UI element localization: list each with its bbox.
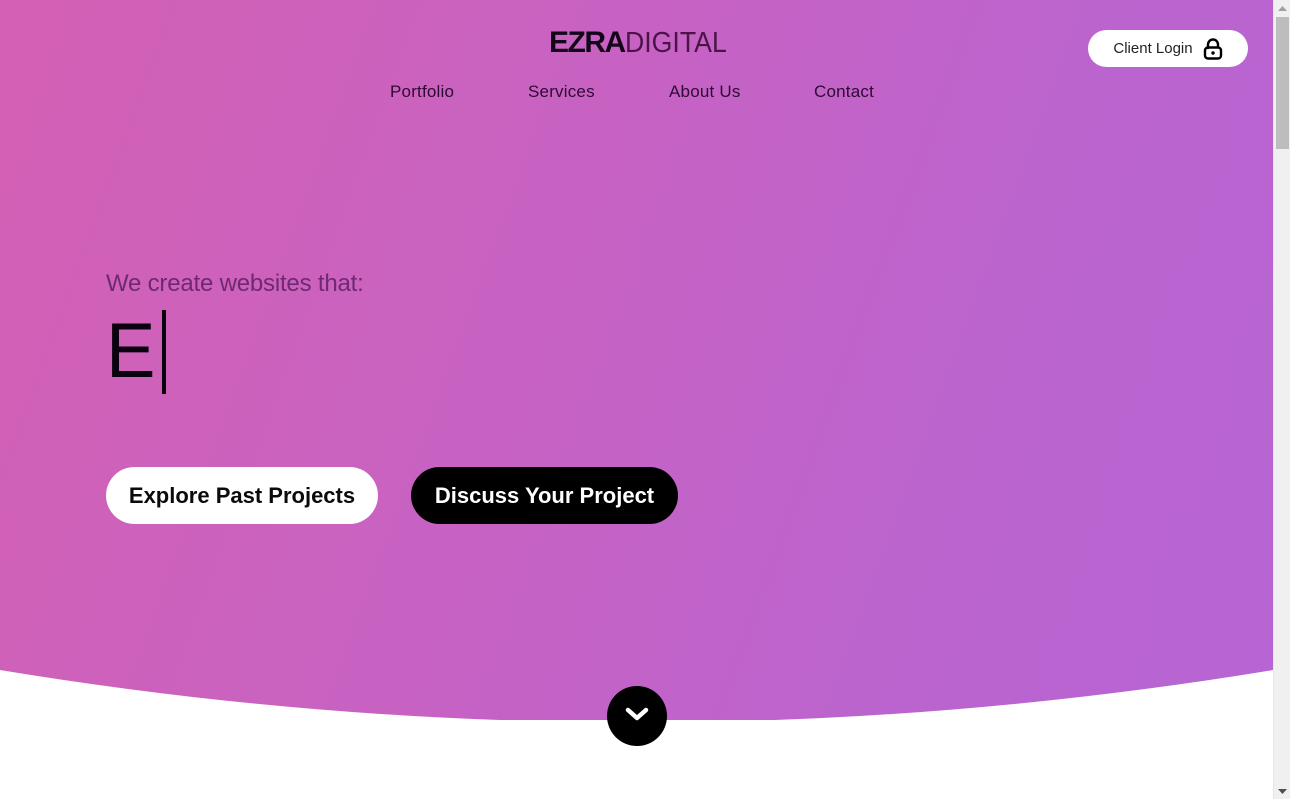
scroll-down-button[interactable] xyxy=(607,686,667,746)
logo-bold-text: EZRA xyxy=(549,26,626,59)
nav-item-contact[interactable]: Contact xyxy=(814,82,874,102)
typed-headline: E xyxy=(106,306,167,394)
discuss-your-project-button[interactable]: Discuss Your Project xyxy=(411,467,678,524)
scroll-up-arrow-icon[interactable] xyxy=(1274,0,1290,16)
lock-icon xyxy=(1203,37,1223,60)
explore-past-projects-button[interactable]: Explore Past Projects xyxy=(106,467,378,524)
logo-light-text: DIGITAL xyxy=(624,27,727,59)
typing-cursor xyxy=(162,310,167,394)
scrollbar-thumb[interactable] xyxy=(1276,17,1289,149)
nav-item-services[interactable]: Services xyxy=(528,82,595,102)
logo[interactable]: EZRA DIGITAL xyxy=(549,26,735,59)
scroll-down-arrow-icon[interactable] xyxy=(1274,783,1290,799)
nav-item-about-us[interactable]: About Us xyxy=(669,82,741,102)
page-viewport: EZRA DIGITAL Portfolio Services About Us… xyxy=(0,0,1273,799)
typed-text: E xyxy=(106,306,156,394)
main-nav: Portfolio Services About Us Contact xyxy=(0,82,1273,106)
hero-tagline: We create websites that: xyxy=(106,270,364,297)
client-login-button[interactable]: Client Login xyxy=(1088,30,1248,67)
nav-item-portfolio[interactable]: Portfolio xyxy=(390,82,454,102)
vertical-scrollbar[interactable] xyxy=(1273,0,1290,799)
chevron-down-icon xyxy=(624,705,650,728)
client-login-label: Client Login xyxy=(1113,40,1193,57)
